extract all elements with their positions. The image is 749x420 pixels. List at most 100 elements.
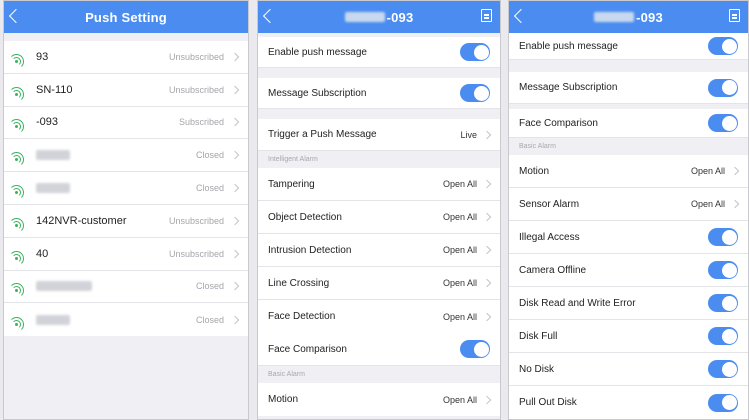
enable-push-label: Enable push message xyxy=(519,40,618,52)
face-comparison-label: Face Comparison xyxy=(519,117,598,129)
alarm-toggle[interactable] xyxy=(708,228,738,246)
basic-alarm-toggle-row: Disk Full xyxy=(509,320,748,353)
chevron-right-icon xyxy=(230,249,240,258)
motion-label: Motion xyxy=(268,394,299,405)
intelligent-alarm-row[interactable]: Face Detection Open All xyxy=(258,300,500,333)
device-name: 93 xyxy=(36,50,49,63)
device-row[interactable]: Closed xyxy=(4,172,248,205)
subscription-status: Closed xyxy=(195,314,224,325)
chevron-right-icon xyxy=(730,199,740,209)
alarm-label: No Disk xyxy=(519,363,555,375)
message-subscription-toggle[interactable] xyxy=(460,84,490,102)
alarm-label: Pull Out Disk xyxy=(519,397,577,408)
device-name: 142NVR-customer xyxy=(36,214,127,227)
chevron-right-icon xyxy=(482,130,492,139)
motion-row[interactable]: Motion Open All xyxy=(509,155,748,188)
device-push-screen-scrolled: -093 Enable push message Message Subscri… xyxy=(508,0,749,420)
wifi-signal-icon xyxy=(9,83,28,102)
wifi-signal-icon xyxy=(9,148,28,168)
device-row[interactable]: 142NVR-customer Unsubscribed xyxy=(4,204,248,238)
intelligent-alarm-row[interactable]: Object Detection Open All xyxy=(258,201,500,234)
chevron-right-icon xyxy=(230,282,240,291)
device-row[interactable]: Closed xyxy=(4,270,248,304)
device-push-screen: -093 Enable push message Message Subscri… xyxy=(257,0,501,420)
subscription-status: Closed xyxy=(195,281,224,292)
page-title: -093 xyxy=(386,9,414,25)
device-row[interactable]: Closed xyxy=(4,303,248,337)
save-icon[interactable] xyxy=(729,9,740,22)
page-title: Push Setting xyxy=(85,9,167,25)
device-name: -093 xyxy=(36,116,59,129)
chevron-right-icon xyxy=(230,85,240,94)
chevron-right-icon xyxy=(482,245,492,255)
chevron-right-icon xyxy=(230,118,240,127)
alarm-label: Line Crossing xyxy=(268,277,330,289)
message-subscription-toggle[interactable] xyxy=(708,78,738,97)
alarm-label: Disk Full xyxy=(519,330,558,342)
enable-push-label: Enable push message xyxy=(268,46,367,58)
back-chevron-icon[interactable] xyxy=(513,8,529,24)
basic-alarm-toggle-list: Illegal Access Camera Offline Disk Read an… xyxy=(509,221,748,419)
device-row[interactable]: 40 Unsubscribed xyxy=(4,237,248,271)
motion-value: Open All xyxy=(442,394,477,405)
alarm-label: Face Detection xyxy=(268,311,336,322)
chevron-right-icon xyxy=(230,52,240,62)
alarm-toggle[interactable] xyxy=(708,327,738,345)
sensor-alarm-row[interactable]: Sensor Alarm Open All xyxy=(509,188,748,221)
subscription-status: Unsubscribed xyxy=(168,215,224,226)
subscription-status: Closed xyxy=(195,150,224,161)
alarm-value: Open All xyxy=(442,212,477,222)
back-chevron-icon[interactable] xyxy=(262,8,278,24)
blurred-device-name xyxy=(36,150,70,161)
push-setting-screen: Push Setting 93 Unsubscribed SN-110 Unsubsc… xyxy=(3,0,249,420)
blurred-device-name xyxy=(594,12,635,22)
enable-push-toggle[interactable] xyxy=(708,37,738,55)
alarm-label: Illegal Access xyxy=(519,231,580,243)
device-list: 93 Unsubscribed SN-110 Unsubscribed -093 Subs… xyxy=(4,41,248,337)
alarm-toggle[interactable] xyxy=(708,360,738,378)
alarm-toggle[interactable] xyxy=(708,393,738,412)
enable-push-row: Enable push message xyxy=(509,33,748,60)
device-row[interactable]: Closed xyxy=(4,139,248,173)
trigger-push-row[interactable]: Trigger a Push Message Live xyxy=(258,119,500,151)
trigger-push-label: Trigger a Push Message xyxy=(268,129,377,140)
intelligent-alarm-row[interactable]: Intrusion Detection Open All xyxy=(258,234,500,267)
subscription-status: Unsubscribed xyxy=(168,51,224,62)
chevron-right-icon xyxy=(230,183,240,193)
intelligent-alarm-row[interactable]: Line Crossing Open All xyxy=(258,267,500,300)
device-row[interactable]: -093 Subscribed xyxy=(4,106,248,140)
save-icon[interactable] xyxy=(481,9,492,22)
face-comparison-label: Face Comparison xyxy=(268,343,347,355)
enable-push-row: Enable push message xyxy=(258,37,500,68)
device-row[interactable]: 93 Unsubscribed xyxy=(4,41,248,74)
alarm-toggle[interactable] xyxy=(708,294,738,312)
trigger-push-value: Live xyxy=(460,129,477,140)
blurred-device-name xyxy=(344,12,385,22)
chevron-right-icon xyxy=(482,212,492,222)
blurred-device-name xyxy=(36,281,92,292)
motion-row[interactable]: Motion Open All xyxy=(258,383,500,416)
alarm-value: Open All xyxy=(442,179,477,189)
section-header-basic: Basic Alarm xyxy=(258,366,500,383)
wifi-signal-icon xyxy=(9,50,28,69)
device-name: 40 xyxy=(36,247,49,260)
face-comparison-toggle[interactable] xyxy=(460,340,490,358)
message-subscription-row: Message Subscription xyxy=(509,72,748,104)
nav-bar: -093 xyxy=(509,1,748,33)
wifi-signal-icon xyxy=(9,247,28,266)
nav-bar: -093 xyxy=(258,1,500,33)
back-chevron-icon[interactable] xyxy=(8,8,24,24)
alarm-label: Object Detection xyxy=(268,211,342,223)
intelligent-alarm-row[interactable]: Tampering Open All xyxy=(258,168,500,201)
enable-push-toggle[interactable] xyxy=(460,43,490,61)
device-row[interactable]: SN-110 Unsubscribed xyxy=(4,73,248,107)
section-header-intelligent: Intelligent Alarm xyxy=(258,151,500,168)
face-comparison-toggle[interactable] xyxy=(708,114,738,132)
chevron-right-icon xyxy=(482,179,492,189)
wifi-signal-icon xyxy=(9,115,28,135)
alarm-toggle[interactable] xyxy=(708,261,738,279)
nav-bar: Push Setting xyxy=(4,1,248,33)
alarm-label: Tampering xyxy=(268,178,315,190)
motion-label: Motion xyxy=(519,165,550,177)
basic-alarm-toggle-row: Disk Read and Write Error xyxy=(509,287,748,320)
